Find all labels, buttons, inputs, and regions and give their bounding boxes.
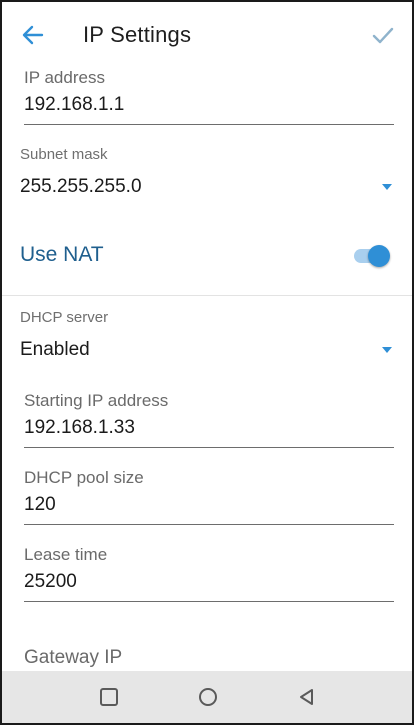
starting-ip-field[interactable]: Starting IP address 192.168.1.33 bbox=[24, 391, 394, 448]
nav-back-button[interactable] bbox=[293, 683, 321, 711]
lease-time-input[interactable]: 25200 bbox=[24, 571, 394, 593]
back-triangle-icon bbox=[300, 689, 313, 705]
subnet-mask-label: Subnet mask bbox=[20, 146, 108, 163]
use-nat-row[interactable]: Use NAT bbox=[20, 238, 394, 272]
ip-address-underline bbox=[24, 124, 394, 125]
starting-ip-label: Starting IP address bbox=[24, 391, 169, 410]
dropdown-caret-icon bbox=[382, 347, 392, 353]
subnet-mask-dropdown[interactable]: Subnet mask 255.255.255.0 bbox=[20, 146, 394, 198]
check-icon bbox=[372, 27, 394, 44]
pool-size-underline bbox=[24, 524, 394, 525]
system-nav-bar bbox=[2, 671, 412, 723]
toggle-thumb bbox=[368, 245, 390, 267]
home-button[interactable] bbox=[194, 683, 222, 711]
lease-time-underline bbox=[24, 601, 394, 602]
dhcp-server-dropdown[interactable]: DHCP server Enabled bbox=[20, 309, 394, 361]
arrow-left-icon bbox=[22, 25, 44, 45]
ip-address-field[interactable]: IP address 192.168.1.1 bbox=[24, 68, 394, 125]
dropdown-caret-icon bbox=[382, 184, 392, 190]
subnet-mask-value: 255.255.255.0 bbox=[20, 176, 142, 197]
section-divider bbox=[2, 295, 412, 296]
lease-time-field[interactable]: Lease time 25200 bbox=[24, 545, 394, 602]
pool-size-field[interactable]: DHCP pool size 120 bbox=[24, 468, 394, 525]
back-button[interactable] bbox=[20, 22, 46, 48]
use-nat-toggle[interactable] bbox=[354, 243, 390, 267]
recents-square-icon bbox=[100, 688, 118, 706]
starting-ip-input[interactable]: 192.168.1.33 bbox=[24, 417, 394, 439]
starting-ip-underline bbox=[24, 447, 394, 448]
home-circle-icon bbox=[199, 688, 217, 706]
pool-size-input[interactable]: 120 bbox=[24, 494, 394, 516]
save-button[interactable] bbox=[370, 23, 396, 49]
page-title: IP Settings bbox=[83, 22, 192, 47]
recents-button[interactable] bbox=[95, 683, 123, 711]
use-nat-label: Use NAT bbox=[20, 243, 104, 266]
app-bar: IP Settings bbox=[2, 2, 412, 68]
ip-address-input[interactable]: 192.168.1.1 bbox=[24, 94, 394, 116]
ip-address-label: IP address bbox=[24, 68, 105, 87]
dhcp-server-label: DHCP server bbox=[20, 309, 109, 326]
lease-time-label: Lease time bbox=[24, 545, 108, 564]
pool-size-label: DHCP pool size bbox=[24, 468, 144, 487]
dhcp-server-value: Enabled bbox=[20, 339, 90, 360]
gateway-ip-label: Gateway IP bbox=[24, 647, 123, 668]
